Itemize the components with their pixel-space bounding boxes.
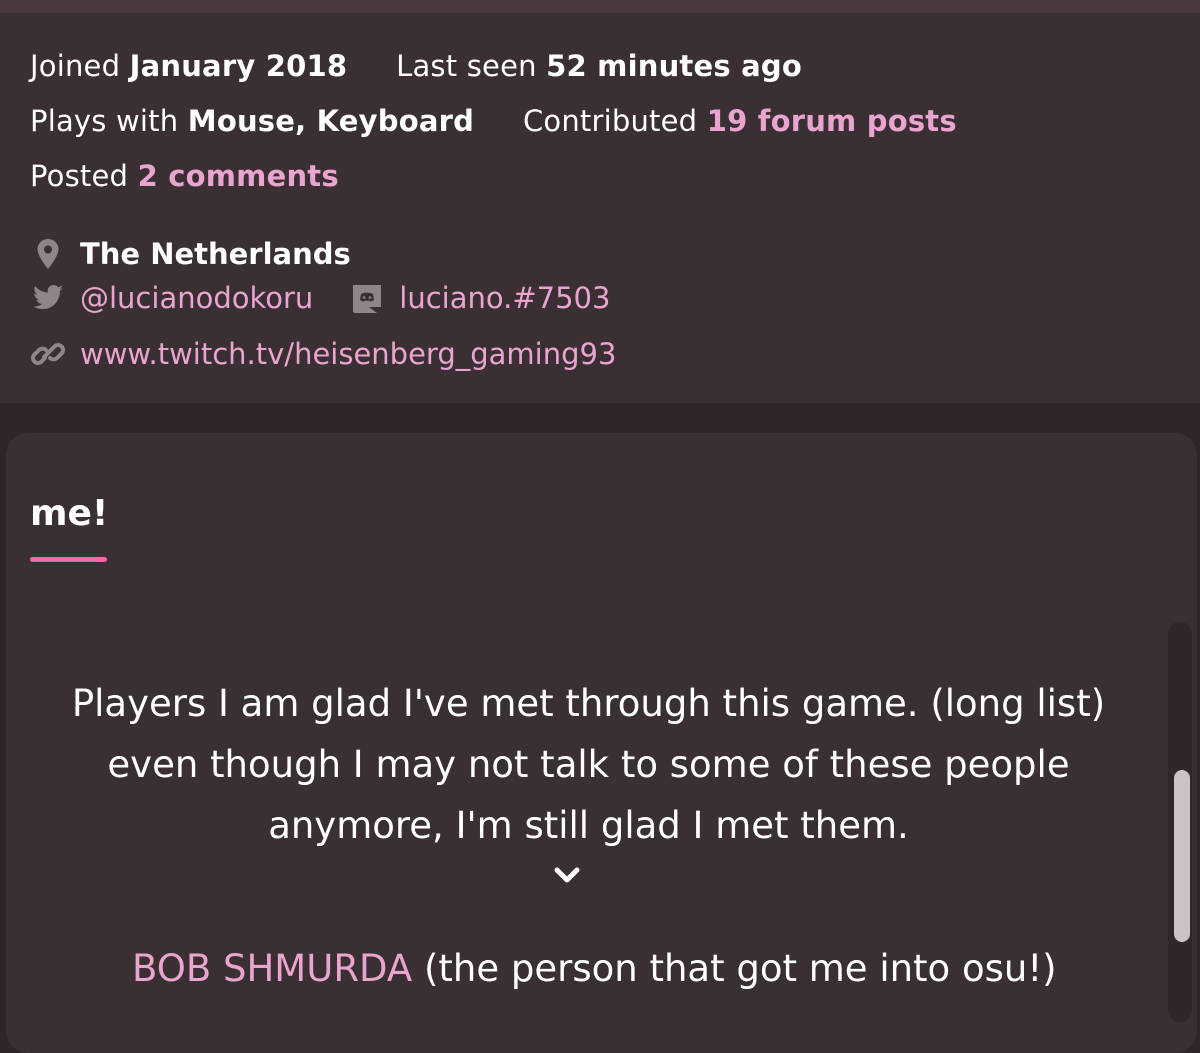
chevron-down-icon[interactable]: [552, 865, 582, 887]
map-marker-icon: [30, 237, 66, 271]
joined-label: Joined: [30, 49, 121, 83]
last-seen-label: Last seen: [396, 49, 537, 83]
twitter-icon: [30, 281, 66, 315]
joined-row: Joined January 2018 Last seen 52 minutes…: [30, 49, 802, 83]
discord-handle[interactable]: luciano.#7503: [399, 281, 610, 315]
me-section-card: me! Players I am glad I've met through t…: [6, 433, 1197, 1053]
plays-with-row: Plays with Mouse, Keyboard Contributed 1…: [30, 104, 957, 138]
twitter-link[interactable]: @lucianodokoru: [80, 281, 313, 315]
discord-icon: [349, 281, 385, 315]
plays-with-value: Mouse, Keyboard: [187, 104, 475, 138]
location-row: The Netherlands: [30, 237, 351, 271]
me-section-title: me!: [30, 493, 109, 534]
posted-row: Posted 2 comments: [30, 159, 339, 193]
me-section-body: Players I am glad I've met through this …: [6, 673, 1171, 856]
intro-line-1: Players I am glad I've met through this …: [71, 682, 1106, 725]
plays-with-label: Plays with: [30, 104, 179, 138]
profile-info-panel: Joined January 2018 Last seen 52 minutes…: [0, 13, 1200, 403]
social-row: @lucianodokoru luciano.#7503: [30, 281, 610, 315]
location-text: The Netherlands: [80, 237, 351, 271]
intro-line-3: anymore, I'm still glad I met them.: [268, 804, 909, 847]
player-note: (the person that got me into osu!): [412, 947, 1057, 990]
top-bar: [0, 0, 1200, 13]
comments-link[interactable]: 2 comments: [138, 159, 339, 193]
website-row: www.twitch.tv/heisenberg_gaming93: [30, 337, 616, 371]
title-underline: [30, 557, 107, 562]
list-item: BOB SHMURDA (the person that got me into…: [132, 947, 1057, 990]
intro-line-2: even though I may not talk to some of th…: [107, 743, 1070, 786]
posted-label: Posted: [30, 159, 129, 193]
player-name-link[interactable]: BOB SHMURDA: [132, 947, 412, 990]
scrollbar-thumb[interactable]: [1174, 770, 1190, 942]
contributed-label: Contributed: [522, 104, 698, 138]
forum-posts-link[interactable]: 19 forum posts: [707, 104, 957, 138]
joined-value: January 2018: [129, 49, 348, 83]
link-icon: [30, 337, 66, 371]
website-link[interactable]: www.twitch.tv/heisenberg_gaming93: [80, 337, 616, 371]
last-seen-value: 52 minutes ago: [546, 49, 802, 83]
